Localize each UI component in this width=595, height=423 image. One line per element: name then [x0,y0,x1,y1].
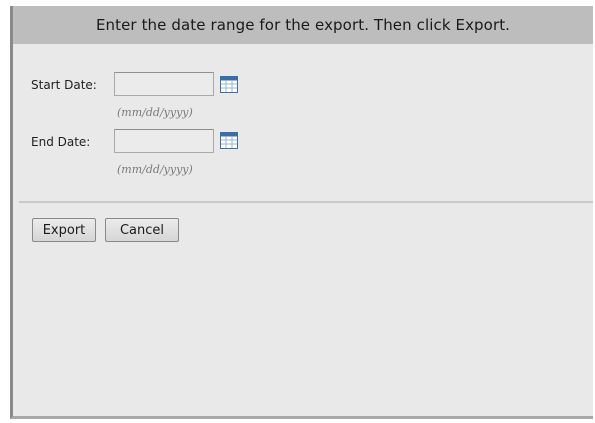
calendar-icon[interactable] [220,132,238,149]
end-date-format-hint: (mm/dd/yyyy) [117,163,193,176]
end-date-input[interactable] [114,129,214,153]
dialog-header: Enter the date range for the export. The… [13,6,593,44]
cancel-button[interactable]: Cancel [105,218,179,242]
header-instruction: Enter the date range for the export. The… [95,16,511,34]
export-button[interactable]: Export [32,218,96,242]
section-divider [19,201,593,203]
calendar-icon[interactable] [220,76,238,93]
start-date-label: Start Date: [31,78,97,92]
export-date-range-dialog: Enter the date range for the export. The… [10,6,593,419]
start-date-input[interactable] [114,72,214,96]
start-date-format-hint: (mm/dd/yyyy) [117,106,193,119]
end-date-label: End Date: [31,135,91,149]
